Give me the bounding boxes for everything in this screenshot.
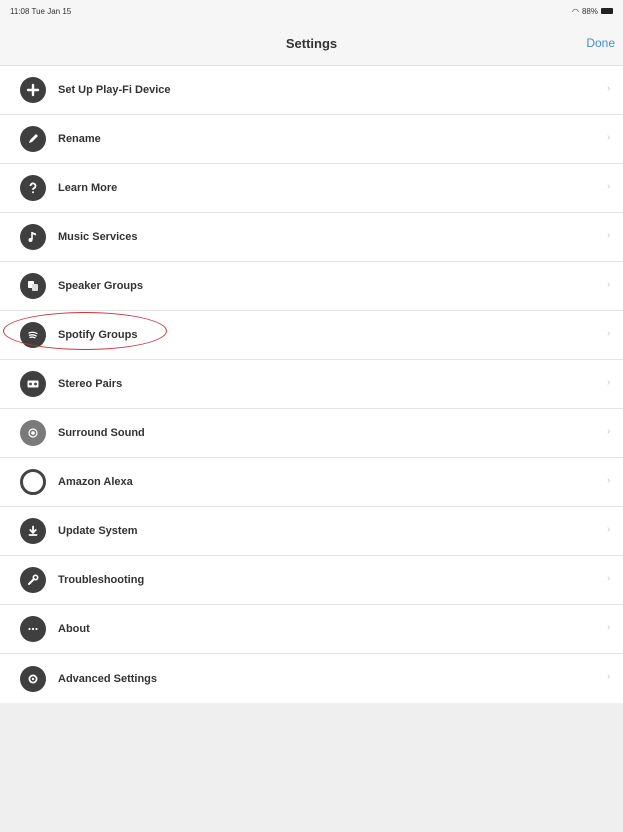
done-button[interactable]: Done [586,36,615,50]
wifi-icon: ◠ [572,6,579,16]
page-title: Settings [285,36,338,51]
status-bar: 11:08 Tue Jan 15 ◠ 88% [0,0,623,22]
spotify-icon [20,322,46,348]
settings-item-update-system[interactable]: Update System › [0,507,623,556]
settings-item-troubleshooting[interactable]: Troubleshooting › [0,556,623,605]
navigation-bar: Settings Done [0,22,623,66]
chevron-right-icon: › [607,181,611,192]
alexa-icon [20,469,46,495]
status-date: Tue Jan 15 [31,6,72,16]
settings-item-label: Troubleshooting [58,574,145,586]
chevron-right-icon: › [607,671,611,682]
status-right: ◠ 88% [572,7,613,16]
settings-item-spotify-groups[interactable]: Spotify Groups › [0,311,623,360]
settings-item-advanced-settings[interactable]: Advanced Settings › [0,654,623,703]
chevron-right-icon: › [607,230,611,241]
settings-item-speaker-groups[interactable]: Speaker Groups › [0,262,623,311]
surround-sound-icon [20,420,46,446]
settings-item-label: Surround Sound [58,427,145,439]
music-note-icon [20,224,46,250]
chevron-right-icon: › [607,524,611,535]
chevron-right-icon: › [607,573,611,584]
settings-item-learn-more[interactable]: Learn More › [0,164,623,213]
settings-list: Set Up Play-Fi Device › Rename › Learn M… [0,66,623,703]
plus-icon [20,77,46,103]
chevron-right-icon: › [607,328,611,339]
settings-item-label: Spotify Groups [58,329,138,341]
settings-item-label: Advanced Settings [58,672,158,685]
chevron-right-icon: › [607,426,611,437]
status-time-date: 11:08 Tue Jan 15 [10,7,71,16]
settings-item-set-up-play-fi-device[interactable]: Set Up Play-Fi Device › [0,66,623,115]
speaker-groups-icon [20,273,46,299]
ellipsis-icon [20,616,46,642]
chevron-right-icon: › [607,83,611,94]
settings-item-label: Music Services [58,231,138,243]
settings-item-label: Learn More [58,182,118,194]
pencil-icon [20,126,46,152]
chevron-right-icon: › [607,475,611,486]
gear-icon [20,665,46,692]
settings-item-label: Amazon Alexa [58,476,133,488]
settings-item-surround-sound[interactable]: Surround Sound › [0,409,623,458]
question-icon [20,175,46,201]
chevron-right-icon: › [607,132,611,143]
settings-item-about[interactable]: About › [0,605,623,654]
settings-item-label: Speaker Groups [58,280,143,292]
settings-screen: 11:08 Tue Jan 15 ◠ 88% Settings Done Set… [0,0,623,832]
settings-item-label: Stereo Pairs [58,378,123,390]
settings-item-label: Set Up Play-Fi Device [58,84,171,96]
update-icon [20,518,46,544]
settings-item-amazon-alexa[interactable]: Amazon Alexa › [0,458,623,507]
battery-percent: 88% [581,6,598,16]
settings-item-label: Update System [58,525,138,537]
settings-item-rename[interactable]: Rename › [0,115,623,164]
chevron-right-icon: › [607,622,611,633]
settings-item-label: About [58,623,90,635]
settings-item-music-services[interactable]: Music Services › [0,213,623,262]
settings-item-stereo-pairs[interactable]: Stereo Pairs › [0,360,623,409]
battery-icon [601,8,613,14]
chevron-right-icon: › [607,377,611,388]
stereo-pairs-icon [20,371,46,397]
settings-item-label: Rename [58,133,101,145]
status-time: 11:08 [10,6,30,16]
chevron-right-icon: › [607,279,611,290]
wrench-icon [20,567,46,593]
